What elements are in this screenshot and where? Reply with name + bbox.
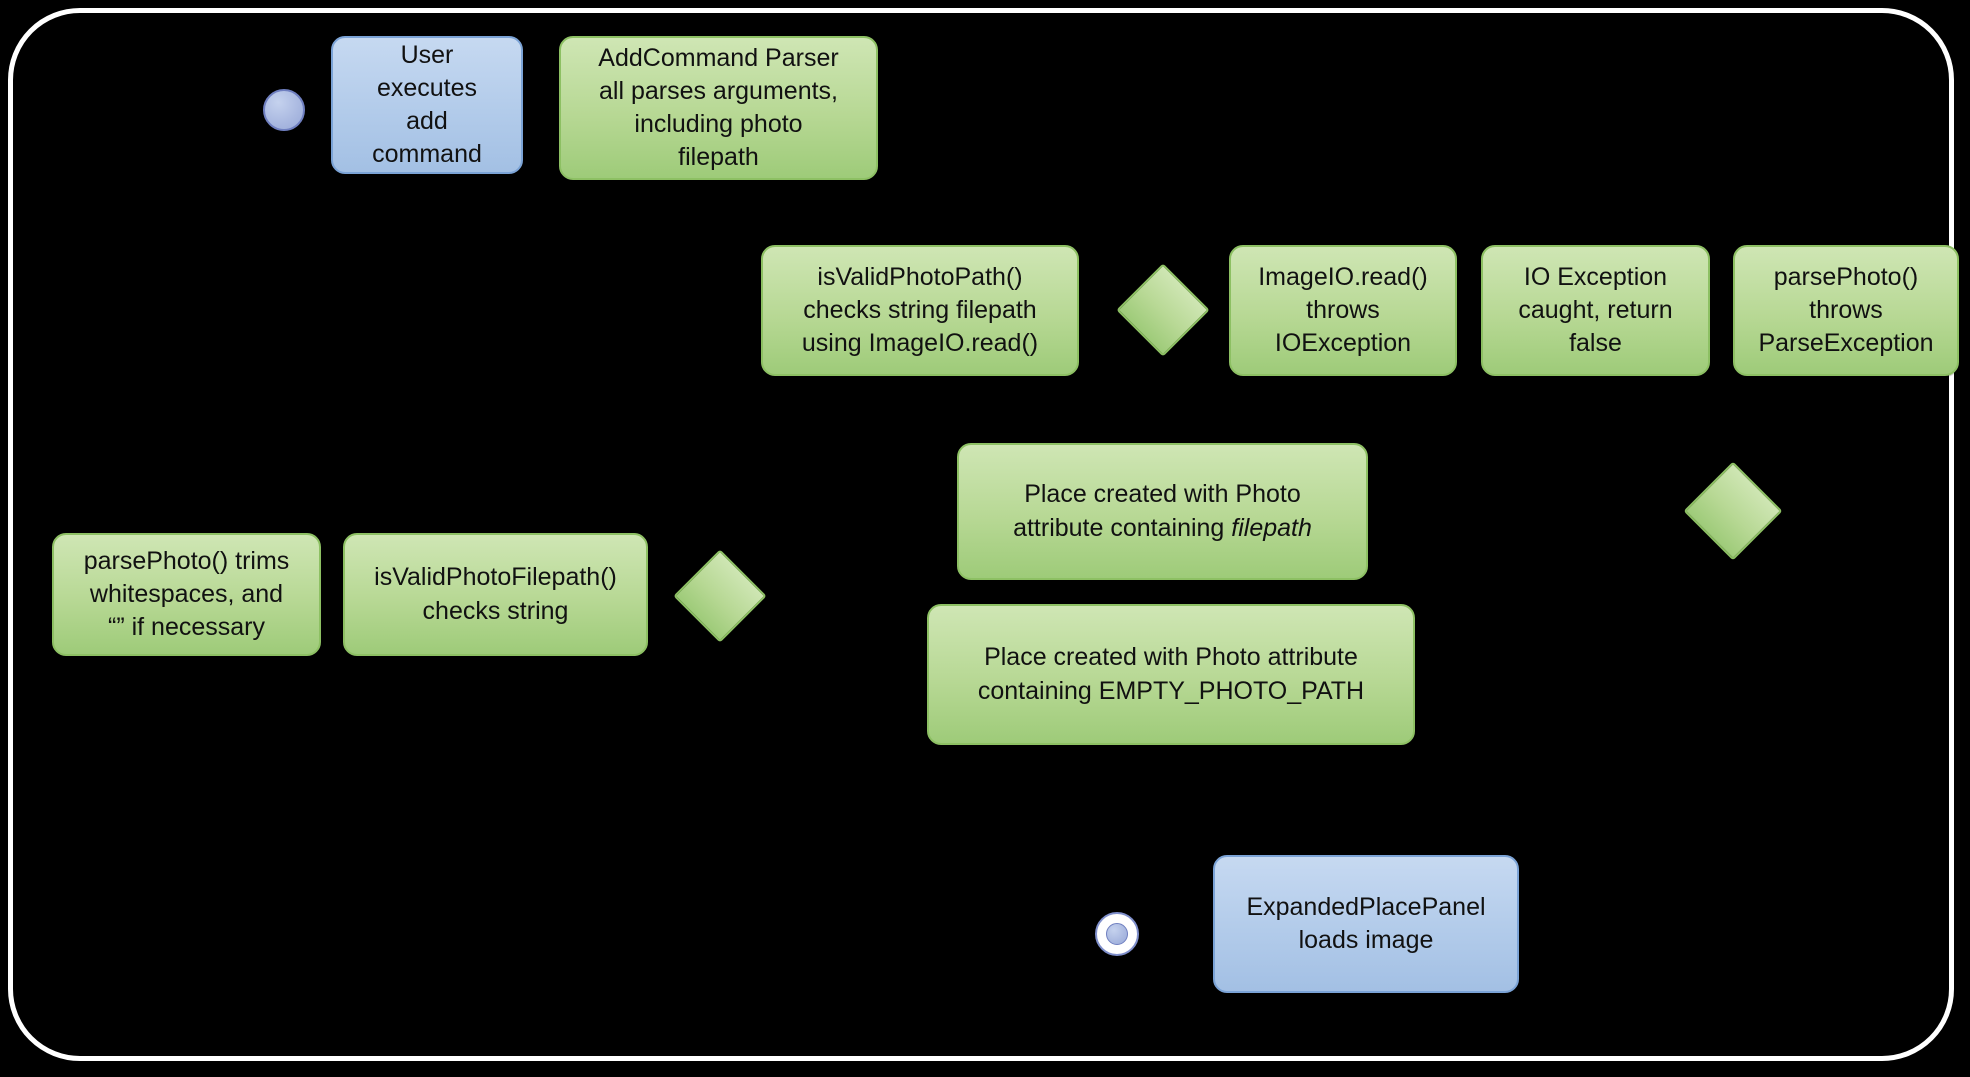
start-node-circle[interactable] — [263, 89, 305, 131]
node-addcommand-parser[interactable]: AddCommand Parser all parses arguments, … — [559, 36, 878, 180]
node-io-exception-caught-label: IO Exception caught, return false — [1518, 262, 1673, 358]
node-user-executes-add-command-label: User executes add command — [372, 40, 482, 169]
node-place-created-with-filepath-label: Place created with Photo attribute conta… — [1013, 478, 1312, 545]
end-node-inner-dot — [1105, 922, 1129, 946]
place-filepath-italic-word: filepath — [1231, 513, 1312, 542]
node-place-created-with-empty-photo-path-label: Place created with Photo attribute conta… — [977, 643, 1365, 705]
node-expandedplacepanel-loads-image[interactable]: ExpandedPlacePanel loads image — [1213, 855, 1519, 993]
node-expandedplacepanel-loads-image-label: ExpandedPlacePanel loads image — [1246, 892, 1486, 954]
node-imageio-read-throws-ioexception-label: ImageIO.read() throws IOException — [1258, 262, 1428, 358]
node-place-created-with-empty-photo-path[interactable]: Place created with Photo attribute conta… — [927, 604, 1415, 745]
node-isvalidphotopath[interactable]: isValidPhotoPath() checks string filepat… — [761, 245, 1079, 376]
node-addcommand-parser-label: AddCommand Parser all parses arguments, … — [598, 43, 839, 172]
node-io-exception-caught[interactable]: IO Exception caught, return false — [1481, 245, 1710, 376]
diagram-canvas: User executes add command AddCommand Par… — [0, 0, 1970, 1077]
node-imageio-read-throws-ioexception[interactable]: ImageIO.read() throws IOException — [1229, 245, 1457, 376]
node-place-created-with-filepath[interactable]: Place created with Photo attribute conta… — [957, 443, 1368, 580]
node-parsephoto-throws-parseexception[interactable]: parsePhoto() throws ParseException — [1733, 245, 1959, 376]
node-isvalidphotofilepath-label: isValidPhotoFilepath() checks string — [374, 563, 617, 625]
node-parsephoto-trims-whitespaces[interactable]: parsePhoto() trims whitespaces, and “” i… — [52, 533, 321, 656]
end-node-circle[interactable] — [1095, 912, 1139, 956]
node-parsephoto-trims-whitespaces-label: parsePhoto() trims whitespaces, and “” i… — [83, 546, 290, 642]
node-isvalidphotopath-label: isValidPhotoPath() checks string filepat… — [801, 262, 1039, 358]
node-parsephoto-throws-parseexception-label: parsePhoto() throws ParseException — [1758, 262, 1934, 358]
node-isvalidphotofilepath[interactable]: isValidPhotoFilepath() checks string — [343, 533, 648, 656]
node-user-executes-add-command[interactable]: User executes add command — [331, 36, 523, 174]
